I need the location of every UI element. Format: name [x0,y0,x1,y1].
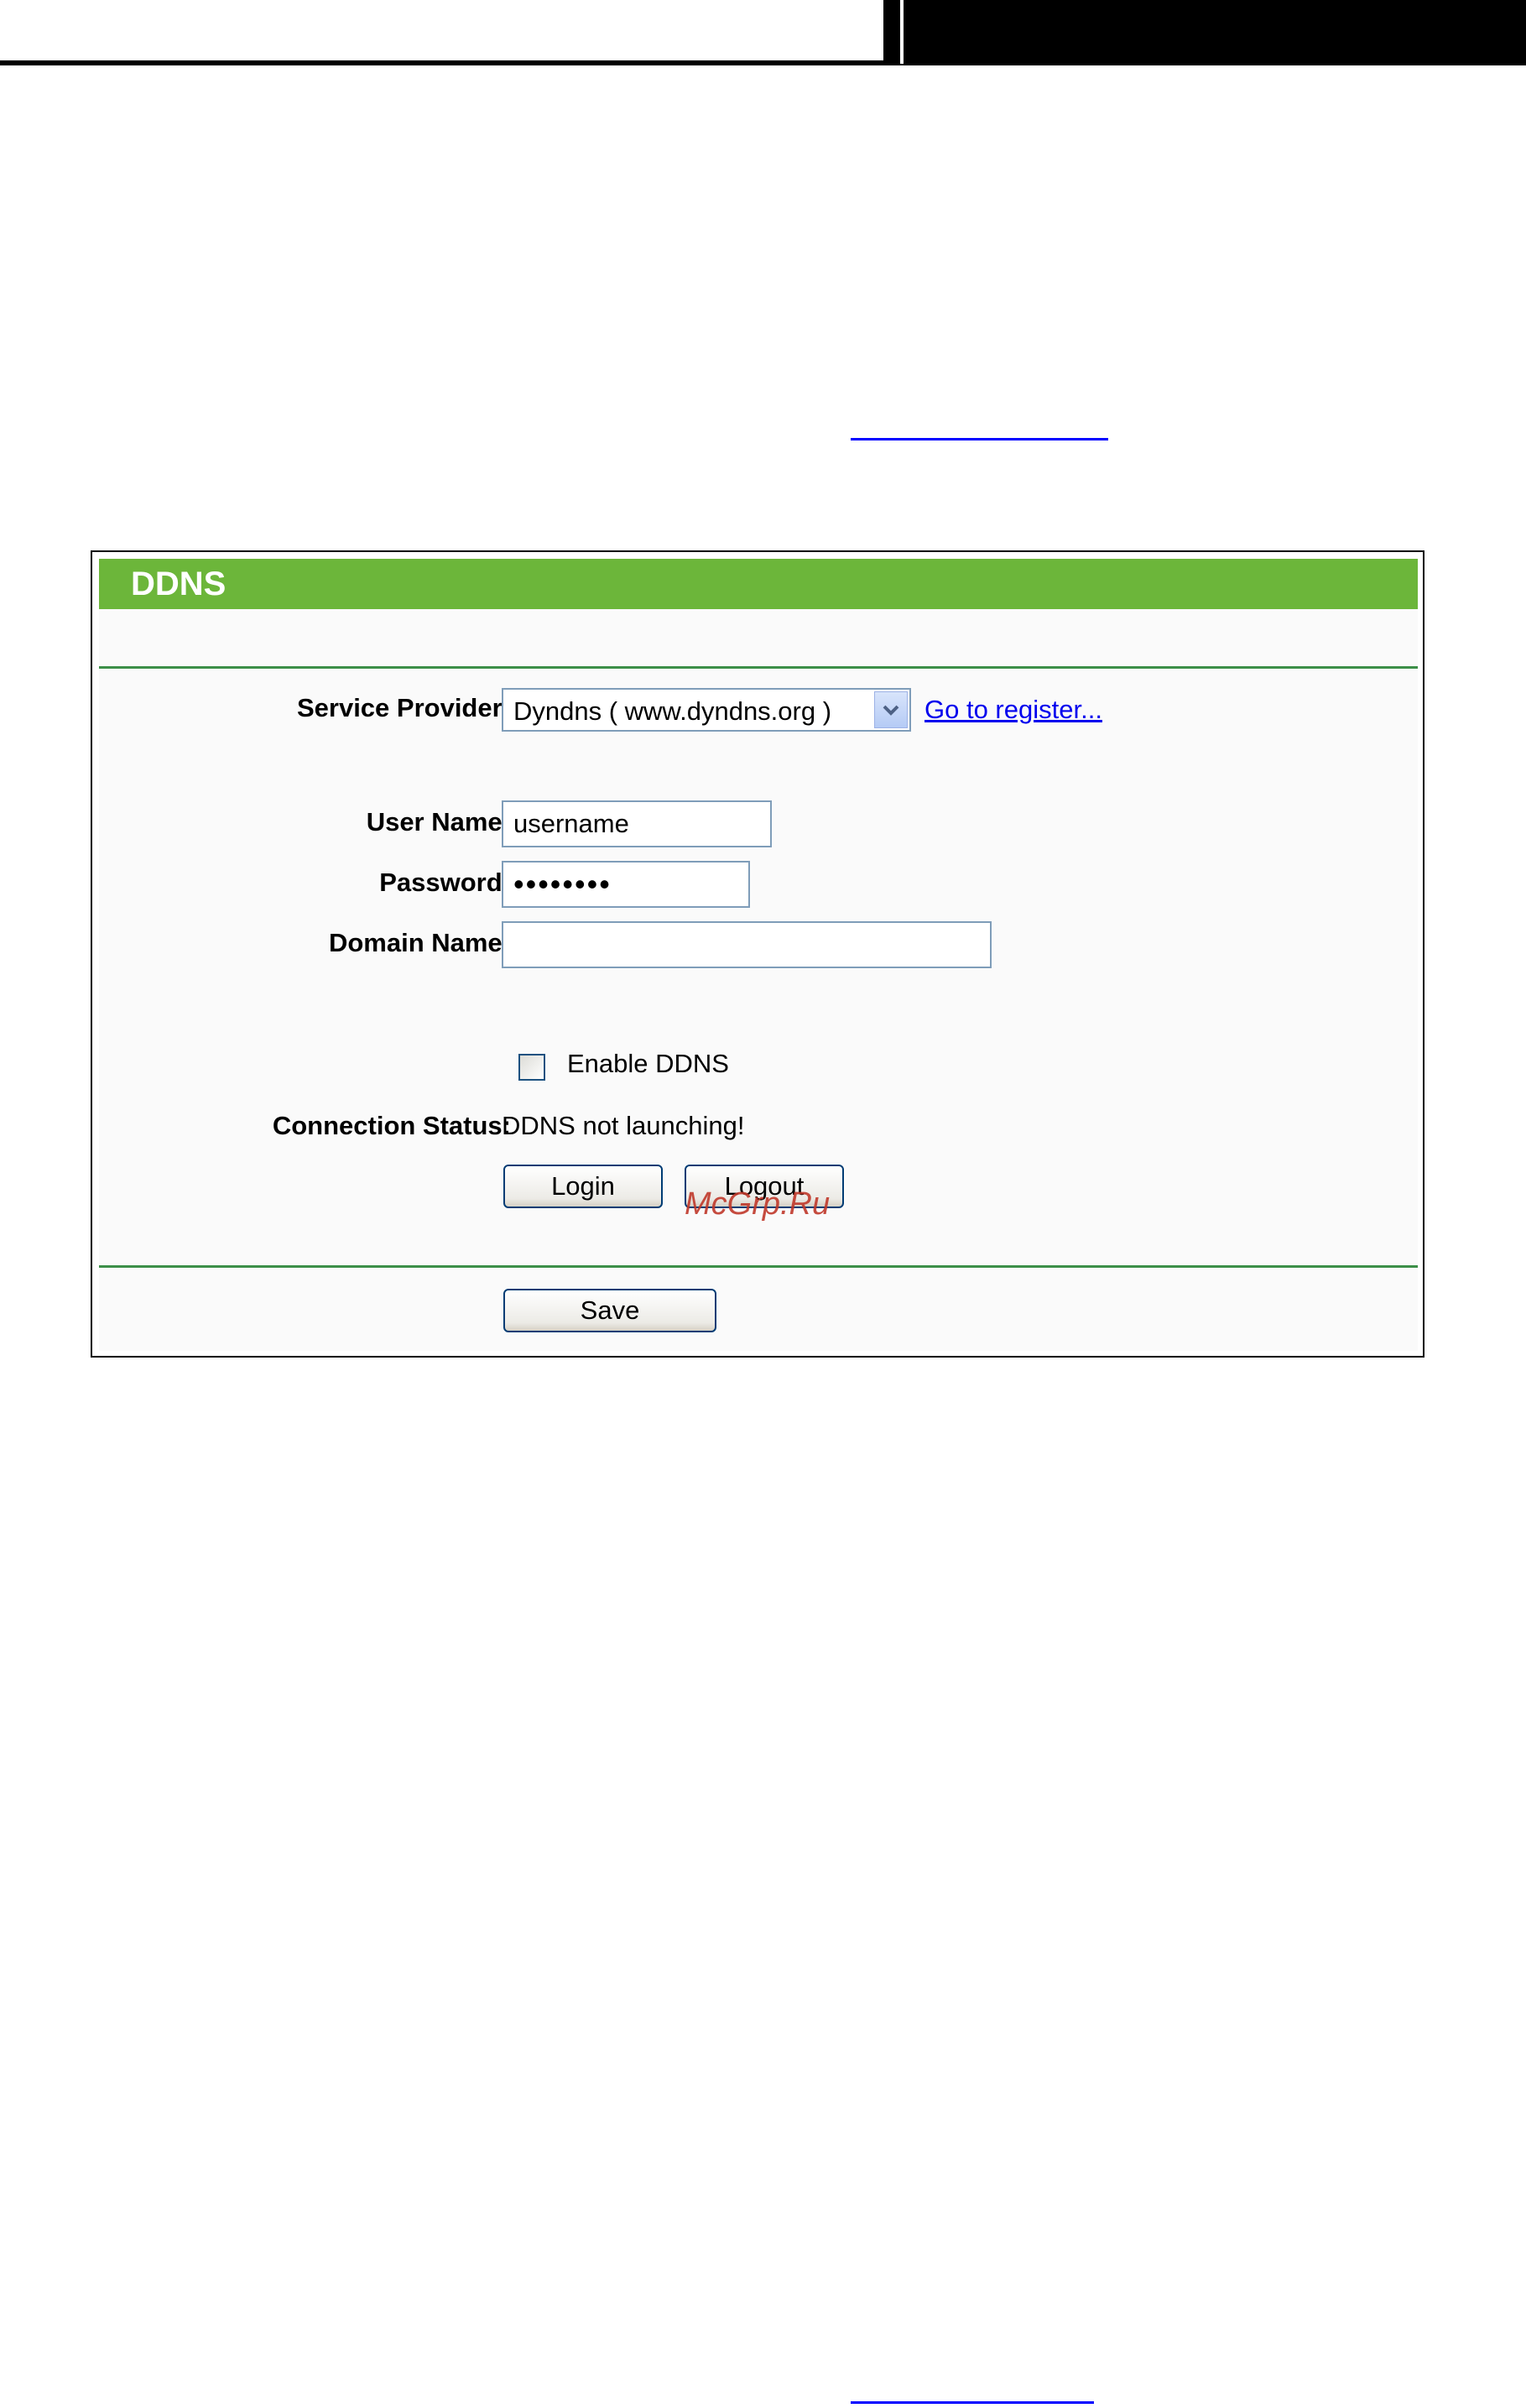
enable-ddns-label[interactable]: Enable DDNS [567,1049,729,1079]
document-page: DDNS Service Provider: Dyndns ( www.dynd… [0,0,1526,2408]
password-label: Password: [379,868,511,897]
connection-status-label: Connection Status: [272,1111,511,1140]
panel-header: DDNS [99,559,1418,609]
domain-name-input[interactable] [502,921,992,968]
login-button[interactable]: Login [503,1165,663,1208]
user-name-label: User Name: [366,807,511,837]
connection-status-value: DDNS not launching! [502,1111,745,1140]
service-provider-select[interactable]: Dyndns ( www.dyndns.org ) [502,688,911,732]
panel-title: DDNS [131,566,227,602]
service-provider-selected: Dyndns ( www.dyndns.org ) [513,696,832,726]
top-divider [99,666,1418,669]
user-name-input[interactable] [502,800,772,847]
domain-name-label: Domain Name: [328,928,511,957]
watermark-text: McGrp.Ru [685,1186,831,1222]
hyperlink-underline-bottom[interactable] [851,2401,1094,2404]
service-provider-label: Service Provider: [296,693,511,722]
go-to-register-link[interactable]: Go to register... [924,695,1102,725]
ddns-panel: DDNS Service Provider: Dyndns ( www.dynd… [91,550,1424,1358]
bottom-divider [99,1265,1418,1268]
password-input[interactable] [502,861,750,908]
hyperlink-underline-top[interactable] [851,438,1108,440]
save-button[interactable]: Save [503,1289,716,1332]
chevron-down-icon[interactable] [874,691,908,728]
enable-ddns-checkbox[interactable] [518,1054,545,1081]
header-black-block [883,0,1526,64]
header-notch [900,0,904,64]
